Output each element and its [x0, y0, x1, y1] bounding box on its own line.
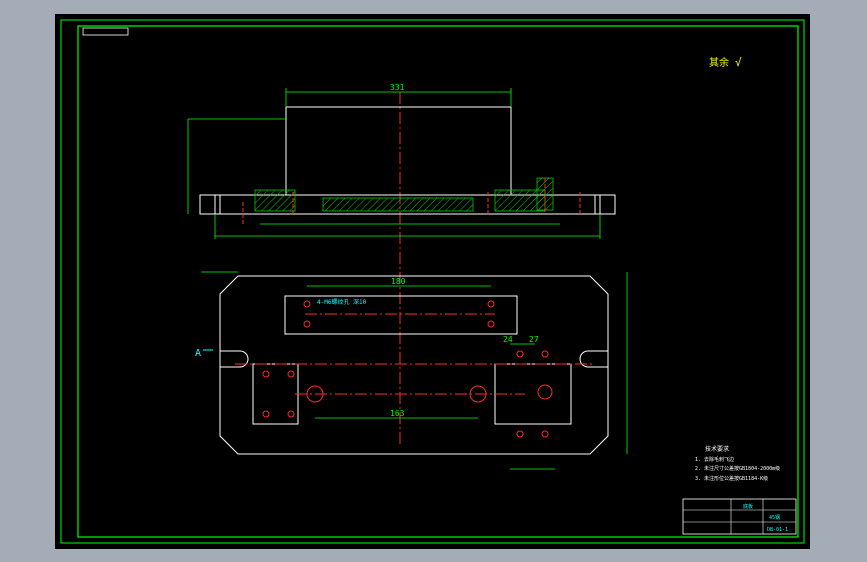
drawing-number-box — [82, 27, 129, 36]
dim-top-width-value: 331 — [390, 83, 405, 92]
tech-req-item-2: 2. 未注尺寸公差按GB1804-2000m级 — [695, 465, 780, 472]
hole-right-boss-4 — [541, 430, 549, 438]
hole-left-boss-1 — [262, 370, 270, 378]
u-slot-left — [220, 350, 249, 368]
section-label: A — [195, 348, 201, 359]
hole-upper-3 — [487, 300, 495, 308]
top-block-outline — [285, 106, 512, 196]
title-block-material: 45钢 — [769, 514, 780, 521]
hole-right-boss-2 — [541, 350, 549, 358]
section-hatch-center — [322, 197, 474, 212]
tech-requirements: 技术要求 1. 去除毛刺飞边 2. 未注尺寸公差按GB1804-2000m级 3… — [695, 445, 780, 482]
dim-left-boss-value: 24 — [503, 335, 513, 344]
dim-right-boss-value: 27 — [529, 335, 539, 344]
section-hatch-left — [254, 189, 296, 212]
dim-lower-spacing-value: 163 — [390, 409, 405, 418]
hole-upper-1 — [303, 300, 311, 308]
hole-right-boss-1 — [516, 350, 524, 358]
cad-viewport[interactable]: 其余 √ 331 180 163 24 27 A 4-M6螺纹孔 深10 技术要… — [55, 14, 810, 549]
callout-note-text: 4-M6螺纹孔 深10 — [317, 298, 367, 306]
hole-left-boss-4 — [287, 410, 295, 418]
u-slot-right — [579, 350, 608, 368]
inner-border — [77, 25, 799, 538]
tech-req-item-1: 1. 去除毛刺飞边 — [695, 456, 734, 463]
roughness-symbol: √ — [735, 56, 742, 69]
tech-req-title: 技术要求 — [705, 445, 729, 453]
base-right-step — [594, 194, 616, 215]
left-boss — [252, 363, 299, 425]
hole-upper-2 — [303, 320, 311, 328]
callout-note: 4-M6螺纹孔 深10 — [317, 298, 367, 306]
top-view: 180 163 24 27 A 4-M6螺纹孔 深10 — [195, 271, 628, 470]
hole-upper-4 — [487, 320, 495, 328]
hole-right-boss-3 — [516, 430, 524, 438]
hole-left-boss-3 — [262, 410, 270, 418]
cad-drawing: 其余 √ 331 180 163 24 27 A 4-M6螺纹孔 深10 技术要… — [60, 19, 805, 544]
plate-outline — [219, 275, 609, 455]
hole-left-boss-2 — [287, 370, 295, 378]
bore-right — [537, 384, 553, 400]
title-block-part-name: 底板 — [743, 503, 753, 510]
base-left-step — [199, 194, 221, 215]
tech-req-item-3: 3. 未注形位公差按GB1184-K级 — [695, 475, 768, 482]
title-block: 底板 45钢 DB-01-1 — [682, 498, 797, 535]
roughness-label: 其余 — [709, 56, 729, 69]
outer-border — [60, 19, 805, 544]
title-block-drawing-no: DB-01-1 — [767, 527, 788, 533]
front-view: 331 — [187, 83, 616, 444]
dim-upper-spacing-value: 180 — [391, 277, 406, 286]
